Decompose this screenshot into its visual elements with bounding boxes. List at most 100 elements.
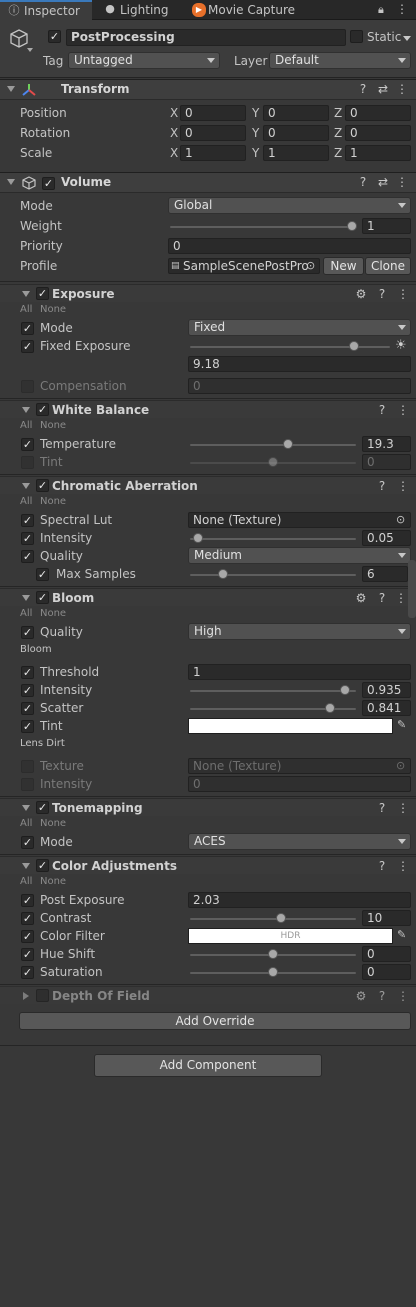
more-options-icon[interactable]: ⋮ xyxy=(396,403,410,417)
depth-of-field-header[interactable]: Depth Of Field ⚙ ? ⋮ xyxy=(0,986,416,1004)
more-options-icon[interactable]: ⋮ xyxy=(395,82,409,96)
volume-enabled-checkbox[interactable]: ✓ xyxy=(42,177,55,190)
hue-shift-override-checkbox[interactable]: ✓ xyxy=(21,948,34,961)
scale-z-input[interactable]: 1 xyxy=(345,145,411,161)
max-samples-input[interactable]: 6 xyxy=(362,566,408,582)
threshold-override-checkbox[interactable]: ✓ xyxy=(21,666,34,679)
bloom-intensity-input[interactable]: 0.935 xyxy=(362,682,411,698)
exposure-mode-override-checkbox[interactable]: ✓ xyxy=(21,322,34,335)
ca-intensity-input[interactable]: 0.05 xyxy=(362,530,411,546)
volume-header[interactable]: ✓ Volume ? ⇄ ⋮ xyxy=(0,172,416,193)
priority-input[interactable]: 0 xyxy=(168,238,411,254)
tab-inspector[interactable]: ⓘ Inspector xyxy=(0,0,92,20)
help-icon[interactable]: ? xyxy=(375,801,389,815)
fixed-exposure-slider-track[interactable] xyxy=(190,346,390,348)
rotation-x-input[interactable]: 0 xyxy=(180,125,246,141)
color-adjustments-header[interactable]: ✓ Color Adjustments ? ⋮ xyxy=(0,856,416,874)
axis-z-label[interactable]: Z xyxy=(334,105,342,121)
help-icon[interactable]: ? xyxy=(356,175,370,189)
presets-icon[interactable]: ⇄ xyxy=(376,175,390,189)
more-options-icon[interactable]: ⋮ xyxy=(396,801,410,815)
tint-input[interactable]: 0 xyxy=(362,454,411,470)
dirt-texture-object-field[interactable]: None (Texture) xyxy=(188,758,411,774)
contrast-slider-handle[interactable] xyxy=(276,913,287,923)
none-toggle[interactable]: None xyxy=(40,496,66,508)
tab-lighting[interactable]: ● Lighting xyxy=(96,0,180,20)
help-icon[interactable]: ? xyxy=(375,591,389,605)
settings-gear-icon[interactable]: ⚙ xyxy=(354,591,368,605)
white-balance-enabled-checkbox[interactable]: ✓ xyxy=(36,403,49,416)
more-options-icon[interactable]: ⋮ xyxy=(395,175,409,189)
position-y-input[interactable]: 0 xyxy=(263,105,329,121)
tonemapping-enabled-checkbox[interactable]: ✓ xyxy=(36,801,49,814)
post-exposure-input[interactable]: 2.03 xyxy=(188,892,411,908)
none-toggle[interactable]: None xyxy=(40,818,66,830)
contrast-override-checkbox[interactable]: ✓ xyxy=(21,912,34,925)
scrollbar-thumb[interactable] xyxy=(408,560,416,618)
eyedropper-icon[interactable]: ✎ xyxy=(397,928,406,941)
temperature-slider-track[interactable] xyxy=(190,444,356,446)
all-toggle[interactable]: All xyxy=(20,876,32,888)
ca-quality-override-checkbox[interactable]: ✓ xyxy=(21,550,34,563)
axis-y-label[interactable]: Y xyxy=(252,105,259,121)
ca-quality-dropdown[interactable]: Medium xyxy=(188,547,411,564)
all-toggle[interactable]: All xyxy=(20,608,32,620)
profile-object-field[interactable]: ▤ SampleScenePostPro xyxy=(168,258,320,274)
eyedropper-icon[interactable]: ✎ xyxy=(397,718,406,731)
more-options-icon[interactable]: ⋮ xyxy=(396,2,408,16)
help-icon[interactable]: ? xyxy=(375,287,389,301)
saturation-slider-handle[interactable] xyxy=(268,967,278,977)
all-toggle[interactable]: All xyxy=(20,818,32,830)
static-dropdown-icon[interactable] xyxy=(403,36,411,41)
saturation-override-checkbox[interactable]: ✓ xyxy=(21,966,34,979)
dirt-intensity-override-checkbox[interactable] xyxy=(21,778,34,791)
fold-arrow-icon[interactable] xyxy=(22,291,30,297)
tag-dropdown[interactable]: Untagged xyxy=(68,52,220,69)
layer-dropdown[interactable]: Default xyxy=(269,52,411,69)
position-z-input[interactable]: 0 xyxy=(345,105,411,121)
tonemapping-mode-dropdown[interactable]: ACES xyxy=(188,833,411,850)
fold-arrow-icon[interactable] xyxy=(23,992,29,1000)
saturation-input[interactable]: 0 xyxy=(362,964,411,980)
none-toggle[interactable]: None xyxy=(40,608,66,620)
scale-x-input[interactable]: 1 xyxy=(180,145,246,161)
scatter-slider-handle[interactable] xyxy=(324,703,335,713)
scatter-input[interactable]: 0.841 xyxy=(362,700,411,716)
contrast-slider-track[interactable] xyxy=(190,918,356,920)
settings-gear-icon[interactable]: ⚙ xyxy=(354,287,368,301)
bloom-quality-override-checkbox[interactable]: ✓ xyxy=(21,626,34,639)
max-samples-slider-handle[interactable] xyxy=(218,569,229,579)
bloom-intensity-slider-track[interactable] xyxy=(190,690,356,692)
dirt-texture-override-checkbox[interactable] xyxy=(21,760,34,773)
object-picker-icon[interactable]: ⊙ xyxy=(396,513,405,526)
compensation-override-checkbox[interactable] xyxy=(21,380,34,393)
more-options-icon[interactable]: ⋮ xyxy=(396,287,410,301)
compensation-input[interactable]: 0 xyxy=(188,378,411,394)
color-filter-override-checkbox[interactable]: ✓ xyxy=(21,930,34,943)
exposure-header[interactable]: ✓ Exposure ⚙ ? ⋮ xyxy=(0,284,416,302)
bloom-enabled-checkbox[interactable]: ✓ xyxy=(36,591,49,604)
max-samples-slider-track[interactable] xyxy=(190,574,356,576)
ca-intensity-slider-handle[interactable] xyxy=(193,533,204,543)
ca-intensity-override-checkbox[interactable]: ✓ xyxy=(21,532,34,545)
transform-header[interactable]: Transform ? ⇄ ⋮ xyxy=(0,79,416,100)
exposure-enabled-checkbox[interactable]: ✓ xyxy=(36,287,49,300)
bloom-tint-override-checkbox[interactable]: ✓ xyxy=(21,720,34,733)
axis-x-label[interactable]: X xyxy=(170,145,178,161)
all-toggle[interactable]: All xyxy=(20,304,32,316)
weight-slider-handle[interactable] xyxy=(347,221,357,231)
new-profile-button[interactable]: New xyxy=(323,257,364,275)
add-override-button[interactable]: Add Override xyxy=(19,1012,411,1030)
settings-gear-icon[interactable]: ⚙ xyxy=(354,989,368,1003)
more-options-icon[interactable]: ⋮ xyxy=(396,859,410,873)
temperature-input[interactable]: 19.3 xyxy=(362,436,411,452)
depth-of-field-enabled-checkbox[interactable] xyxy=(36,989,49,1002)
exposure-mode-dropdown[interactable]: Fixed xyxy=(188,319,411,336)
none-toggle[interactable]: None xyxy=(40,876,66,888)
temperature-override-checkbox[interactable]: ✓ xyxy=(21,438,34,451)
add-component-button[interactable]: Add Component xyxy=(94,1054,322,1077)
chromatic-aberration-enabled-checkbox[interactable]: ✓ xyxy=(36,479,49,492)
post-exposure-override-checkbox[interactable]: ✓ xyxy=(21,894,34,907)
fixed-exposure-input[interactable]: 9.18 xyxy=(188,356,411,372)
tint-slider-handle[interactable] xyxy=(268,457,278,467)
